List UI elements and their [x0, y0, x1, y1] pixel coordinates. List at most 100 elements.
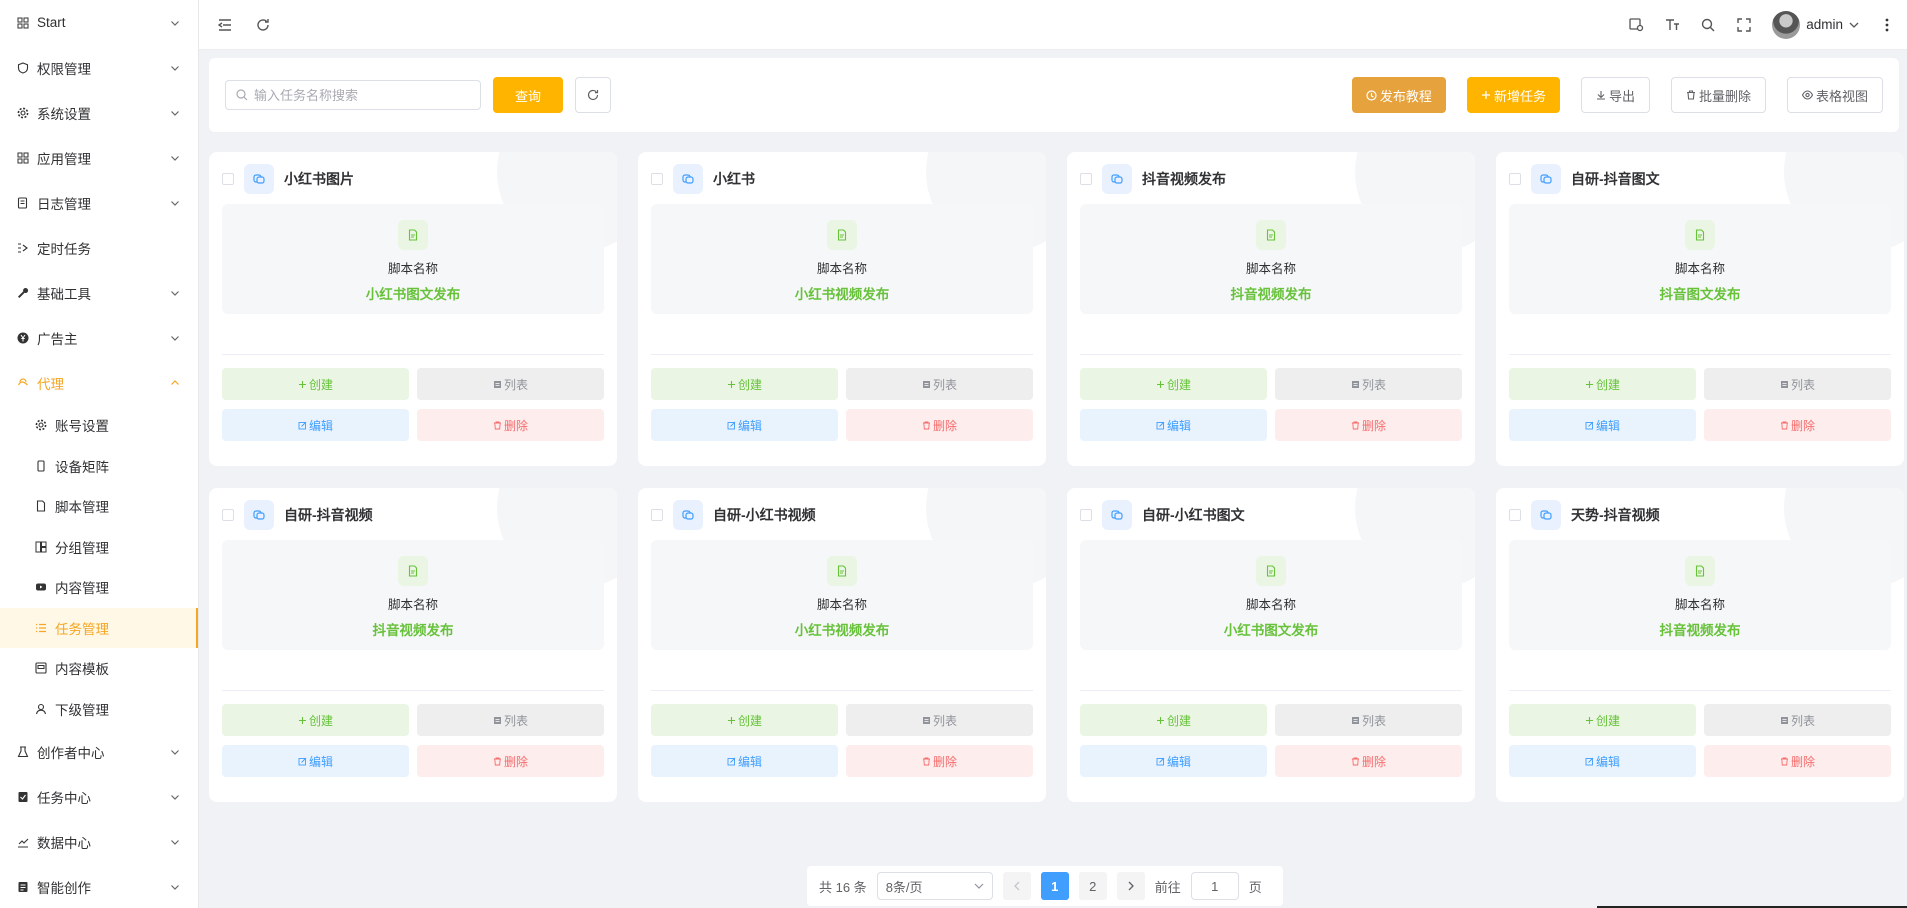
list-button[interactable]: 列表: [1275, 368, 1462, 400]
list-button[interactable]: 列表: [846, 368, 1033, 400]
sidebar-menu-after-1[interactable]: 任务中心: [0, 774, 198, 819]
create-button[interactable]: 创建: [651, 704, 838, 736]
create-button[interactable]: 创建: [222, 368, 409, 400]
list-button[interactable]: 列表: [417, 368, 604, 400]
sidebar-menu-3[interactable]: 应用管理: [0, 135, 198, 180]
delete-button[interactable]: 删除: [1704, 409, 1891, 441]
create-button[interactable]: 创建: [222, 704, 409, 736]
collapse-menu-icon[interactable]: [217, 17, 233, 33]
sidebar-menu-0[interactable]: Start: [0, 0, 198, 45]
sidebar-subitem-2[interactable]: 脚本管理: [0, 486, 198, 527]
page-button-2[interactable]: 2: [1078, 872, 1107, 900]
edit-button[interactable]: 编辑: [1080, 409, 1267, 441]
batch-delete-button[interactable]: 批量删除: [1670, 77, 1766, 113]
goto-page-input[interactable]: [1190, 872, 1239, 900]
chevron-down-icon: [170, 792, 180, 802]
sidebar-subitem-0[interactable]: 账号设置: [0, 405, 198, 446]
sidebar-menu-1[interactable]: 权限管理: [0, 45, 198, 90]
sidebar-menu-label: 任务中心: [37, 790, 91, 806]
edit-button[interactable]: 编辑: [651, 409, 838, 441]
sidebar-menu-after-3[interactable]: 智能创作: [0, 864, 198, 908]
edit-button[interactable]: 编辑: [651, 745, 838, 777]
sidebar-subitem-4[interactable]: 内容管理: [0, 567, 198, 608]
more-vertical-icon[interactable]: [1879, 17, 1895, 33]
sidebar-menu-7[interactable]: 广告主: [0, 315, 198, 360]
create-button[interactable]: 创建: [1080, 704, 1267, 736]
list-button[interactable]: 列表: [846, 704, 1033, 736]
fullscreen-icon[interactable]: [1736, 17, 1752, 33]
sidebar-subitem-7[interactable]: 下级管理: [0, 689, 198, 730]
sidebar-menu-2[interactable]: 系统设置: [0, 90, 198, 135]
page-button-1[interactable]: 1: [1040, 872, 1069, 900]
image-search-icon[interactable]: [1628, 17, 1644, 33]
search-input-wrapper[interactable]: [225, 80, 481, 110]
sidebar-subitem-6[interactable]: 内容模板: [0, 648, 198, 689]
delete-button[interactable]: 删除: [417, 745, 604, 777]
card-divider: [651, 354, 1033, 355]
export-button[interactable]: 导出: [1580, 77, 1650, 113]
sidebar-menu-6[interactable]: 基础工具: [0, 270, 198, 315]
page-size-select[interactable]: 8条/页: [876, 872, 993, 900]
user-menu[interactable]: admin: [1772, 10, 1859, 39]
sidebar-subitem-5[interactable]: 任务管理: [0, 607, 198, 648]
sidebar-subitem-3[interactable]: 分组管理: [0, 527, 198, 568]
edit-button[interactable]: 编辑: [1509, 745, 1696, 777]
search-icon[interactable]: [1700, 17, 1716, 33]
sidebar-menu-label: 基础工具: [37, 286, 91, 302]
query-button[interactable]: 查询: [493, 77, 563, 113]
task-select-checkbox[interactable]: [1080, 509, 1092, 521]
create-button[interactable]: 创建: [1080, 368, 1267, 400]
list-button[interactable]: 列表: [1704, 368, 1891, 400]
font-size-icon[interactable]: [1664, 17, 1680, 33]
task-select-checkbox[interactable]: [651, 173, 663, 185]
delete-button[interactable]: 删除: [846, 745, 1033, 777]
sidebar-menu-4[interactable]: 日志管理: [0, 180, 198, 225]
sidebar-menu-after-2[interactable]: 数据中心: [0, 819, 198, 864]
ai-icon: [16, 880, 30, 894]
yen-icon: [16, 331, 30, 345]
edit-button[interactable]: 编辑: [222, 745, 409, 777]
list-button[interactable]: 列表: [1704, 704, 1891, 736]
reset-button[interactable]: [575, 77, 611, 113]
script-name: 抖音视频发布: [1659, 623, 1741, 638]
task-select-checkbox[interactable]: [222, 509, 234, 521]
edit-button[interactable]: 编辑: [222, 409, 409, 441]
task-select-checkbox[interactable]: [1080, 173, 1092, 185]
table-view-button[interactable]: 表格视图: [1786, 77, 1883, 113]
create-button[interactable]: 创建: [1509, 368, 1696, 400]
edit-button[interactable]: 编辑: [1080, 745, 1267, 777]
publish-tutorial-button[interactable]: 发布教程: [1351, 77, 1446, 113]
chevron-down-icon: [170, 108, 180, 118]
add-task-button[interactable]: 新增任务: [1466, 77, 1560, 113]
create-button[interactable]: 创建: [651, 368, 838, 400]
task-name-search-input[interactable]: [254, 87, 470, 103]
plus-icon: [1156, 716, 1165, 725]
gear-icon: [16, 106, 30, 120]
prev-page-button[interactable]: [1002, 872, 1031, 900]
list-button[interactable]: 列表: [1275, 704, 1462, 736]
task-select-checkbox[interactable]: [1509, 173, 1521, 185]
next-page-button[interactable]: [1116, 872, 1145, 900]
task-select-checkbox[interactable]: [651, 509, 663, 521]
list-button[interactable]: 列表: [417, 704, 604, 736]
edit-button[interactable]: 编辑: [1509, 409, 1696, 441]
delete-button[interactable]: 删除: [417, 409, 604, 441]
task-select-checkbox[interactable]: [222, 173, 234, 185]
delete-button[interactable]: 删除: [1704, 745, 1891, 777]
script-name: 小红书视频发布: [794, 623, 890, 638]
edit-label: 编辑: [1166, 418, 1191, 433]
sidebar-menu-after-0[interactable]: 创作者中心: [0, 729, 198, 774]
refresh-icon[interactable]: [255, 17, 271, 33]
sidebar-subitem-1[interactable]: 设备矩阵: [0, 446, 198, 487]
batch-delete-label: 批量删除: [1698, 88, 1751, 104]
create-button[interactable]: 创建: [1509, 704, 1696, 736]
task-select-checkbox[interactable]: [1509, 509, 1521, 521]
list-icon: [1780, 716, 1789, 725]
trash-icon: [922, 421, 931, 430]
task-actions: 创建 列表 编辑 删除: [1509, 368, 1891, 441]
sidebar-menu-agent[interactable]: 代理: [0, 360, 198, 405]
delete-button[interactable]: 删除: [1275, 409, 1462, 441]
delete-button[interactable]: 删除: [1275, 745, 1462, 777]
sidebar-menu-5[interactable]: 定时任务: [0, 225, 198, 270]
delete-button[interactable]: 删除: [846, 409, 1033, 441]
